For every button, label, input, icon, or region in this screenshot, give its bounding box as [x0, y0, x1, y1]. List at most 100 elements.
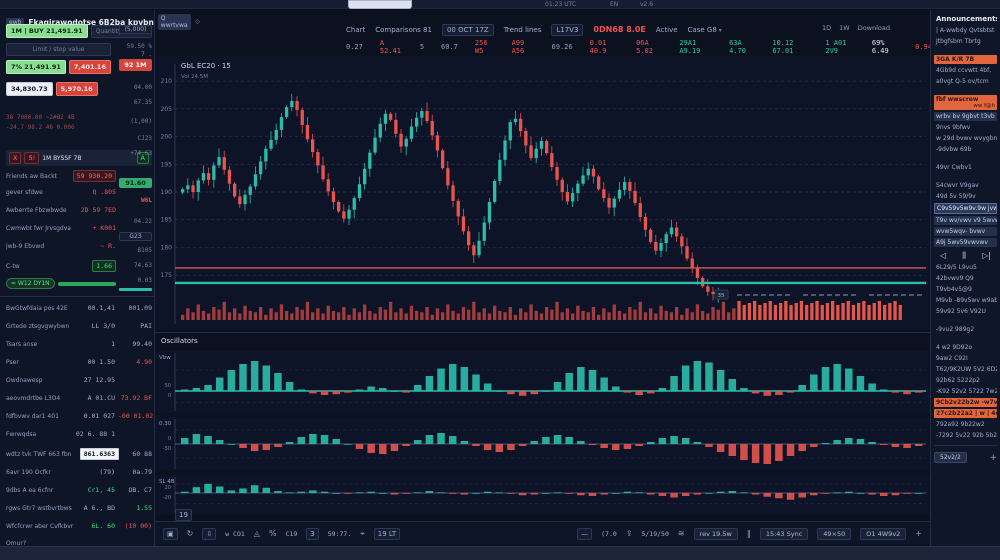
lower-left-chip[interactable]: 19	[175, 509, 192, 521]
toolbar-lbl-l3: w CO1	[225, 530, 245, 538]
sidebar-item-1[interactable]: | A-wwbdy Qvtsbtst	[934, 26, 997, 35]
sidebar-save-button[interactable]: 52v2/2	[934, 452, 967, 463]
toolbar-button-r8[interactable]: 49×50	[817, 528, 851, 540]
buy-button[interactable]: 1M | BUY 21,491.91	[6, 24, 88, 38]
stat-label: aeovmdrtbe L3O4	[6, 395, 85, 402]
sidebar-item-38[interactable]: 792a92 9b22w2	[934, 420, 997, 429]
sidebar-item-4[interactable]: 3GA K/R 7B	[934, 55, 997, 64]
toolbar-right-item-0[interactable]: 1D	[822, 24, 831, 32]
toolbar-item-0[interactable]: Chart	[346, 26, 365, 34]
sidebar-gap	[934, 336, 997, 343]
bid-price-button[interactable]: 7% 21,491.91	[6, 60, 66, 74]
forward-icon[interactable]: ▷|	[982, 251, 991, 261]
toolbar-icon-r6[interactable]: ‖	[747, 529, 751, 538]
navbar-lang[interactable]: EN	[610, 1, 618, 8]
account-button[interactable]	[348, 0, 412, 9]
sidebar-item-17[interactable]: 49d 5v 59/9v	[934, 192, 997, 201]
sidebar-item-26[interactable]: M9vb -89v5wv w9abvb 929	[934, 296, 997, 305]
main-candlestick-chart[interactable]: 210205200195190185180175GbL EC20 · 15Vol…	[155, 56, 930, 330]
sidebar-item-34[interactable]: 92b62 5222p2	[934, 376, 997, 385]
candlestick-svg[interactable]: 210205200195190185180175GbL EC20 · 15Vol…	[155, 56, 930, 330]
oscillator-panel-1[interactable]: Vbw500	[155, 351, 930, 413]
sidebar-item-12[interactable]: -9dvbw 69b	[934, 145, 997, 154]
sidebar-item-37[interactable]: 27c2b22a2 | w | 4cw2	[934, 409, 997, 418]
sidebar-item-27[interactable]: 59v92 5v6 V92U	[934, 307, 997, 316]
toolbar-chip-l7[interactable]: 3	[306, 528, 318, 540]
ladder-value-9[interactable]: 91.60	[119, 178, 152, 188]
sidebar-item-36[interactable]: 9Cb2v22b2w -w7v2 9w2	[934, 398, 997, 407]
toolbar-icon-l4[interactable]: ◬	[254, 529, 260, 538]
mid-price-box[interactable]: 34,830.73	[6, 82, 53, 96]
sidebar-item-32[interactable]: 9aw2 C92I	[934, 354, 997, 363]
toolbar-chip-l0[interactable]: ▣	[163, 528, 178, 540]
toolbar-right-item-1[interactable]: 1W	[839, 24, 850, 32]
toolbar-button-r5[interactable]: rev 19.5w	[694, 528, 738, 540]
oscillator-panel-2[interactable]: 0.300-50	[155, 417, 930, 471]
sidebar-item-35[interactable]: -K92 52v2 5722 7w2v2	[934, 387, 997, 396]
sidebar-item-31[interactable]: 4 w2 9D92o	[934, 343, 997, 352]
toolbar-icon-r10[interactable]: +	[915, 529, 922, 538]
sidebar-item-10[interactable]: 9nvs 9bfwv	[934, 123, 997, 132]
sidebar-item-18[interactable]: C9v59v5w9v.9w jvwv9	[934, 203, 997, 214]
symbol-badge[interactable]: Q wwrtvwa	[158, 14, 191, 30]
sidebar-item-20[interactable]: wvw5wqv- bvwv	[934, 227, 997, 236]
toolbar-icon-l1[interactable]: ↻	[187, 529, 194, 538]
limit-input[interactable]: Limit / stop value	[6, 43, 111, 56]
sidebar-item-24[interactable]: 42bvwv9 Q9	[934, 274, 997, 283]
toolbar-item-3[interactable]: Trend lines	[504, 26, 542, 34]
toolbar-right-item-2[interactable]: Download	[858, 24, 890, 32]
toolbar-icon-r4[interactable]: ≋	[678, 529, 685, 538]
toolbar-icon-l5[interactable]: %	[269, 529, 277, 538]
toolbar-icon-l9[interactable]: ⌖	[360, 529, 365, 539]
alert-flag[interactable]: 5!	[24, 152, 39, 164]
sidebar-item-33[interactable]: T62/9K2UW 5V2 6D22W	[934, 365, 997, 374]
sidebar-item-6[interactable]: a0vgt Q-5 ov/tcm	[934, 77, 997, 86]
oscillator-header[interactable]: Oscillators	[161, 337, 198, 345]
stat-label: 9dbs A ea 6cfnr	[6, 487, 85, 494]
ladder-value-3[interactable]: 92 1M	[119, 59, 152, 71]
toolbar-item-5[interactable]: 0DN68 8.0E	[593, 25, 645, 34]
sidebar-item-8[interactable]: fbf wwscrewww f@h	[934, 95, 997, 110]
toolbar-item-1[interactable]: Comparisons 81	[375, 26, 432, 34]
toolbar-chip-l2[interactable]: ⇩	[202, 528, 216, 540]
sidebar-item-11[interactable]: w 29d bvwv wvygbn	[934, 134, 997, 143]
sidebar-item-5[interactable]: 4Gb9d ccvwtt 4bf,	[934, 66, 997, 75]
rewind-icon[interactable]: ◁	[940, 251, 946, 261]
toolbar-item-7[interactable]: Case G8 ▾	[688, 26, 722, 34]
toolbar-item-2[interactable]: 00 OCT 17Z	[442, 24, 494, 36]
sidebar-item-39[interactable]: -7292 5v22 92b 5b2w27	[934, 431, 997, 440]
equalizer-icon[interactable]: ⫼	[962, 251, 966, 261]
price-edit-input[interactable]: 861.6363	[80, 448, 119, 460]
toolbar-chip-r0[interactable]: —	[577, 528, 592, 540]
toolbar-item-6[interactable]: Active	[656, 26, 678, 34]
ticker-value-2: 5	[420, 43, 424, 51]
toolbar-icon-r2[interactable]: ⇪	[626, 529, 633, 538]
add-icon[interactable]: +	[989, 453, 997, 463]
sidebar-item-21[interactable]: A9j 5wv59vwvwv	[934, 238, 997, 247]
ask-price-button[interactable]: 7,401.16	[69, 60, 111, 74]
alert-flag[interactable]: X	[9, 152, 21, 164]
toolbar-button-r7[interactable]: 15:43 Sync	[760, 528, 808, 540]
toolbar-chip-l10[interactable]: 19 LT	[374, 528, 400, 540]
profit-pill[interactable]: = W12 DY1N	[6, 278, 55, 289]
svg-text:35: 35	[718, 293, 725, 299]
stat-value: ~ R.	[100, 242, 116, 250]
sidebar-item-23[interactable]: 6L29/5 L9vu5	[934, 263, 997, 272]
stat-value: + K001	[93, 224, 116, 232]
oscillator-panel-3[interactable]: SL 4B20-20	[155, 475, 930, 515]
sidebar-item-19[interactable]: T9v wv/vwv v9 5wvwv	[934, 216, 997, 225]
toolbar-item-4[interactable]: L17V3	[551, 24, 583, 36]
spread-box[interactable]: 5,970.16	[56, 82, 98, 96]
symbol-settings-icon[interactable]: ⟐	[195, 18, 201, 27]
sidebar-item-14[interactable]: 49vr Cwbv1	[934, 163, 997, 172]
sidebar-item-16[interactable]: S4cwvr V9gav	[934, 181, 997, 190]
toolbar-button-r9[interactable]: O1 4W9v2	[860, 528, 906, 540]
stat-label: Fwrwqdsa	[6, 431, 73, 438]
stat-label: C-tw	[6, 263, 89, 270]
sidebar-item-29[interactable]: -9vu2 989g2	[934, 325, 997, 334]
svg-text:175: 175	[161, 272, 173, 279]
sidebar-item-2[interactable]: Jtbgfsbm Tbrtg	[934, 37, 997, 46]
sidebar-item-25[interactable]: T9vb4v5@9	[934, 285, 997, 294]
svg-text:Vbw: Vbw	[159, 355, 171, 361]
sidebar-item-9[interactable]: wrbv bv 9gbvt t3vb 3	[934, 112, 997, 121]
